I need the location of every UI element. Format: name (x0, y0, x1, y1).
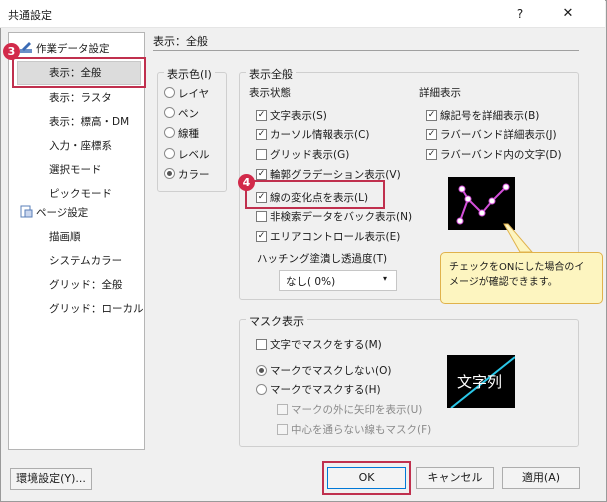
tree-item-display-raster[interactable]: 表示：ラスタ (49, 90, 112, 105)
radio-layer-label: レイヤ (178, 88, 210, 100)
checkbox-rubberband-text[interactable]: ✓ (426, 149, 437, 160)
checkbox-nonsearch-back-label: 非検索データをバック表示(N) (270, 211, 413, 223)
mask-preview-image: 文字列 (447, 355, 515, 408)
checkbox-contour-gradation[interactable]: ✓ (256, 169, 267, 180)
tree-item-system-color[interactable]: システムカラー (49, 253, 122, 268)
callout-pointer (503, 223, 534, 253)
tree-item-grid-local[interactable]: グリッド：ローカル (49, 301, 144, 316)
radio-linetype-label: 線種 (178, 128, 199, 140)
radio-mark-mask-label: マークでマスクする(H) (270, 384, 381, 396)
pencil-icon (20, 42, 32, 53)
mask-preview-text: 文字列 (457, 373, 503, 391)
checkbox-text-display-label: 文字表示(S) (270, 110, 327, 122)
mask-display-title: マスク表示 (246, 313, 307, 329)
checkbox-offcenter-mask-label: 中心を通らない線もマスク(F) (291, 424, 432, 436)
panel-separator (153, 50, 579, 51)
checkbox-rubberband-text-label: ラバーバンド内の文字(D) (440, 149, 562, 161)
help-button[interactable]: ? (508, 4, 532, 24)
checkbox-area-control-label: エリアコントロール表示(E) (270, 231, 401, 243)
checkbox-text-mask[interactable] (256, 339, 267, 350)
callout-note: チェックをONにした場合のイメージが確認できます。 (440, 252, 603, 304)
checkbox-line-symbol-detail[interactable]: ✓ (426, 110, 437, 121)
radio-linetype[interactable] (164, 127, 175, 138)
display-general-title: 表示全般 (246, 66, 296, 82)
checkbox-rubberband-detail-label: ラバーバンド詳細表示(J) (440, 129, 557, 141)
checkbox-rubberband-detail[interactable]: ✓ (426, 129, 437, 140)
detail-display-heading: 詳細表示 (419, 87, 461, 99)
checkbox-grid-display[interactable] (256, 149, 267, 160)
radio-pen-label: ペン (178, 108, 199, 120)
hatching-select-value: なし( 0%) (286, 276, 336, 288)
display-state-heading: 表示状態 (249, 87, 291, 99)
checkbox-text-mask-label: 文字でマスクをする(M) (270, 339, 382, 351)
hatching-select[interactable]: なし( 0%) ▾ (279, 270, 397, 291)
checkbox-area-control[interactable]: ✓ (256, 231, 267, 242)
checkbox-cursor-info[interactable]: ✓ (256, 129, 267, 140)
cancel-button[interactable]: キャンセル (416, 467, 494, 489)
tree-item-draw-order[interactable]: 描画順 (49, 229, 81, 244)
apply-button[interactable]: 適用(A) (502, 467, 580, 489)
tree-item-input-coord[interactable]: 入力・座標系 (49, 138, 112, 153)
tree-item-work-data[interactable]: 作業データ設定 (36, 41, 110, 56)
radio-layer[interactable] (164, 87, 175, 98)
hatching-label: ハッチング塗潰し透過度(T) (257, 253, 388, 265)
radio-pen[interactable] (164, 107, 175, 118)
checkbox-text-display[interactable]: ✓ (256, 110, 267, 121)
radio-mark-mask[interactable] (256, 384, 267, 395)
settings-tree: 作業データ設定 表示：全般 表示：ラスタ 表示：標高・DM 入力・座標系 選択モ… (8, 32, 145, 450)
radio-mark-no-mask[interactable] (256, 365, 267, 376)
radio-level-label: レベル (178, 149, 210, 161)
radio-color-label: カラー (178, 169, 210, 181)
ok-button[interactable]: OK (327, 467, 406, 489)
tree-item-pick-mode[interactable]: ピックモード (49, 186, 112, 201)
checkbox-mark-arrow[interactable] (277, 404, 288, 415)
radio-mark-no-mask-label: マークでマスクしない(O) (270, 365, 392, 377)
checkbox-cursor-info-label: カーソル情報表示(C) (270, 129, 370, 141)
environment-settings-button[interactable]: 環境設定(Y)... (10, 468, 92, 490)
tree-item-page-settings[interactable]: ページ設定 (36, 205, 88, 220)
checkbox-mark-arrow-label: マークの外に矢印を表示(U) (291, 404, 423, 416)
close-button[interactable]: ✕ (556, 4, 580, 24)
step-badge-4: 4 (238, 174, 255, 191)
highlight-box-tree (12, 57, 146, 88)
tree-item-grid-general[interactable]: グリッド：全般 (49, 277, 123, 292)
radio-color[interactable] (164, 168, 175, 179)
checkbox-nonsearch-back[interactable] (256, 211, 267, 222)
chevron-down-icon: ▾ (383, 274, 388, 283)
page-icon (20, 205, 33, 218)
window-title: 共通設定 (8, 9, 52, 22)
radio-level[interactable] (164, 148, 175, 159)
highlight-box-line-vertex (245, 180, 385, 209)
checkbox-offcenter-mask[interactable] (277, 424, 288, 435)
tree-item-select-mode[interactable]: 選択モード (49, 162, 102, 177)
checkbox-line-symbol-detail-label: 線記号を詳細表示(B) (440, 110, 540, 122)
step-badge-3: 3 (3, 43, 20, 60)
tree-item-display-elevation-dm[interactable]: 表示：標高・DM (49, 114, 129, 129)
display-color-title: 表示色(I) (164, 66, 215, 82)
checkbox-grid-display-label: グリッド表示(G) (270, 149, 350, 161)
panel-title: 表示：全般 (153, 35, 208, 48)
